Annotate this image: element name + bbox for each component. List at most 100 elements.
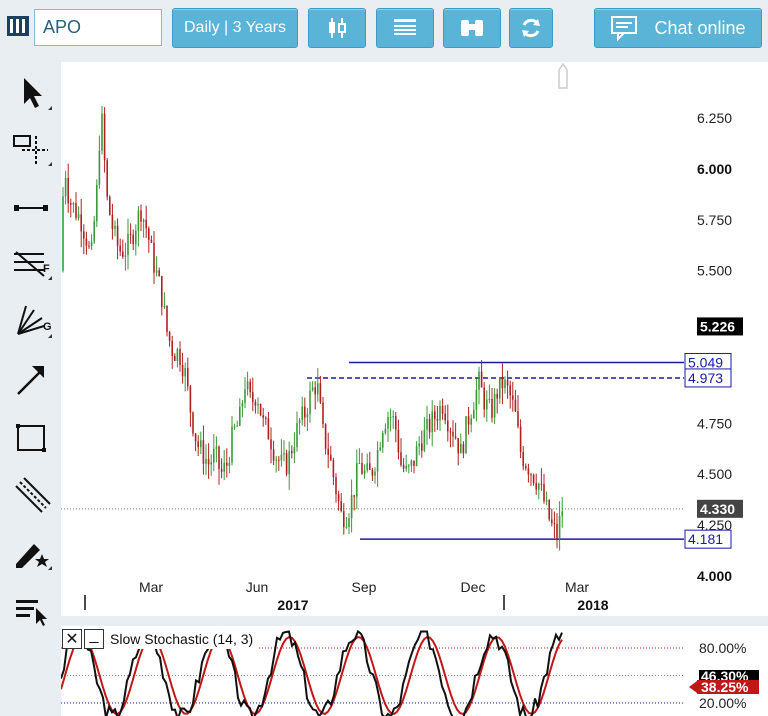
candle-body	[306, 414, 309, 418]
price-chart[interactable]: 6.250 6.000 5.750 5.500 4.750 4.500 4.250 4.000…	[61, 62, 768, 616]
pen-star-icon	[16, 544, 52, 570]
candle-body	[197, 441, 199, 448]
candle-body	[496, 393, 498, 399]
minimize-icon[interactable]: _	[84, 627, 104, 649]
candle-body	[405, 466, 407, 469]
candle-body	[304, 406, 306, 418]
rectangle-icon	[16, 424, 46, 452]
close-icon[interactable]: ✕	[62, 629, 82, 649]
candle-body	[64, 177, 67, 197]
candle-body	[246, 381, 249, 390]
fibonacci-tool[interactable]: F	[8, 240, 54, 286]
crosshair-tool[interactable]	[8, 126, 54, 172]
candle-body	[319, 383, 322, 403]
candle-body	[148, 228, 150, 240]
candle-body	[283, 453, 285, 455]
candle-body	[80, 214, 82, 232]
indicator-menu-tool[interactable]	[8, 588, 54, 634]
candle-body	[519, 426, 522, 452]
candle-body	[480, 371, 483, 388]
chat-online-button[interactable]: Chat online	[594, 8, 762, 48]
candle-body	[166, 306, 168, 332]
list-menu-icon	[16, 600, 47, 626]
candle-body	[340, 501, 342, 512]
candle-body	[483, 387, 485, 410]
rectangle-tool[interactable]	[8, 414, 54, 460]
search-button[interactable]	[443, 8, 501, 48]
candle-body	[254, 401, 257, 406]
candle-body	[85, 238, 88, 246]
candle-body	[317, 383, 319, 395]
stochastic-header: ✕ _ Slow Stochastic (14, 3)	[62, 627, 258, 649]
candle-body	[444, 413, 446, 421]
candle-body	[288, 451, 290, 475]
line-segment-tool[interactable]	[8, 184, 54, 230]
candle-body	[540, 483, 543, 485]
candle-body	[454, 436, 457, 439]
candle-body	[220, 468, 223, 472]
candle-body	[158, 270, 160, 277]
candle-body	[332, 460, 335, 478]
candle-body	[181, 365, 184, 377]
candle-body	[93, 221, 95, 242]
pointer-tool[interactable]	[8, 70, 54, 116]
candle-body	[239, 406, 241, 426]
candle-body	[337, 494, 340, 502]
price-chart-svg[interactable]: 6.2506.0005.7505.5004.7504.5004.2504.000…	[61, 62, 768, 616]
candle-body	[132, 234, 134, 245]
x-year-label: 2017	[277, 597, 308, 613]
candle-body	[298, 420, 301, 424]
candle-body	[345, 527, 348, 529]
svg-text:F: F	[43, 263, 50, 275]
candle-body	[558, 515, 561, 539]
candle-body	[517, 411, 519, 427]
candle-body	[366, 463, 368, 471]
candle-body	[535, 483, 537, 490]
x-month-label: Sep	[352, 579, 377, 595]
stochastic-label: Slow Stochastic (14, 3)	[110, 631, 254, 647]
app-logo-icon[interactable]	[6, 14, 30, 38]
list-icon	[394, 19, 416, 35]
y-tick-label: 6.000	[697, 161, 732, 177]
candle-body	[122, 251, 124, 257]
list-button[interactable]	[376, 8, 434, 48]
candle-body	[452, 431, 454, 437]
candle-body	[129, 233, 132, 235]
period-button[interactable]: Daily | 3 Years	[172, 8, 298, 48]
plot-background	[61, 62, 684, 574]
candle-body	[460, 444, 462, 454]
channel-tool[interactable]	[8, 472, 54, 518]
stoch-k-value: 38.25%	[701, 679, 749, 695]
candle-body	[67, 177, 69, 204]
candle-body	[363, 470, 366, 474]
stoch-level-label: 20.00%	[699, 695, 746, 711]
candle-body	[236, 425, 238, 427]
gann-fan-icon: G	[17, 305, 52, 338]
hline-label: 4.181	[688, 531, 723, 547]
annotate-tool[interactable]	[8, 530, 54, 576]
candle-body	[389, 416, 392, 418]
period-label: Daily | 3 Years	[184, 19, 286, 36]
candle-body	[155, 270, 158, 273]
arrow-tool[interactable]	[8, 356, 54, 402]
refresh-button[interactable]	[509, 8, 553, 48]
candle-body	[467, 416, 470, 425]
candlestick-icon	[329, 18, 346, 38]
candle-body	[280, 454, 283, 461]
candle-body	[426, 418, 428, 430]
chart-type-button[interactable]	[308, 8, 366, 48]
candle-body	[410, 460, 413, 466]
candle-body	[205, 458, 207, 464]
gann-fan-tool[interactable]: G	[8, 298, 54, 344]
y-tick-label: 5.750	[697, 212, 732, 228]
candle-body	[356, 463, 358, 497]
candle-body	[504, 379, 506, 389]
candle-body	[402, 465, 405, 469]
candle-body	[223, 462, 225, 472]
symbol-input[interactable]	[34, 9, 162, 46]
candle-body	[358, 463, 361, 465]
candle-body	[473, 410, 475, 419]
y-tick-label: 4.750	[697, 415, 732, 431]
candle-body	[465, 416, 467, 454]
candle-body	[501, 377, 504, 389]
